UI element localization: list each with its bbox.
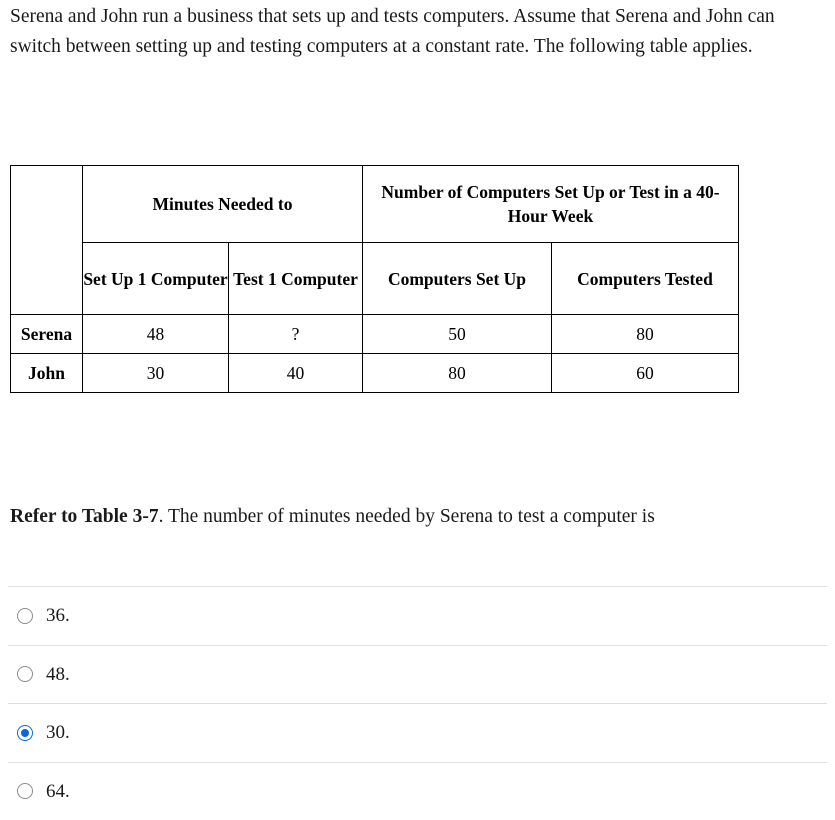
group-header-number-of-computers: Number of Computers Set Up or Test in a … — [363, 166, 739, 243]
column-header-set-up-1-computer: Set Up 1 Computer — [83, 243, 229, 315]
option-row-1[interactable]: 48. — [8, 645, 827, 704]
column-header-computers-tested: Computers Tested — [552, 243, 739, 315]
table-corner-cell — [11, 166, 83, 315]
option-label-3: 64. — [46, 782, 70, 801]
radio-button-icon-1[interactable] — [17, 666, 33, 682]
option-label-2: 30. — [46, 723, 70, 742]
question-body: . The number of minutes needed by Serena… — [159, 506, 655, 527]
serena-test-1-computer: ? — [229, 315, 363, 354]
radio-button-icon-3[interactable] — [17, 783, 33, 799]
table-row: John 30 40 80 60 — [11, 354, 739, 393]
serena-computers-set-up: 50 — [363, 315, 552, 354]
table-row: Serena 48 ? 50 80 — [11, 315, 739, 354]
john-set-up-1-computer: 30 — [83, 354, 229, 393]
john-computers-tested: 60 — [552, 354, 739, 393]
option-label-0: 36. — [46, 606, 70, 625]
option-label-1: 48. — [46, 665, 70, 684]
column-header-computers-set-up: Computers Set Up — [363, 243, 552, 315]
question-page: Serena and John run a business that sets… — [0, 0, 835, 808]
radio-button-icon-2-selected[interactable] — [17, 725, 33, 741]
row-header-serena: Serena — [11, 315, 83, 354]
john-test-1-computer: 40 — [229, 354, 363, 393]
question-prompt: Refer to Table 3-7. The number of minute… — [10, 503, 825, 531]
row-header-john: John — [11, 354, 83, 393]
option-row-2[interactable]: 30. — [8, 703, 827, 762]
option-row-0[interactable]: 36. — [8, 586, 827, 645]
radio-button-icon-0[interactable] — [17, 608, 33, 624]
intro-paragraph: Serena and John run a business that sets… — [10, 2, 825, 62]
option-row-3[interactable]: 64. — [8, 762, 827, 820]
table-group-header-row: Minutes Needed to Number of Computers Se… — [11, 166, 739, 243]
group-header-minutes-needed: Minutes Needed to — [83, 166, 363, 243]
table-reference: Refer to Table 3-7 — [10, 506, 159, 527]
serena-computers-tested: 80 — [552, 315, 739, 354]
table-column-header-row: Set Up 1 Computer Test 1 Computer Comput… — [11, 243, 739, 315]
john-computers-set-up: 80 — [363, 354, 552, 393]
computer-rates-table: Minutes Needed to Number of Computers Se… — [10, 165, 739, 393]
answer-options-list: 36. 48. 30. 64. — [8, 586, 827, 820]
column-header-test-1-computer: Test 1 Computer — [229, 243, 363, 315]
serena-set-up-1-computer: 48 — [83, 315, 229, 354]
